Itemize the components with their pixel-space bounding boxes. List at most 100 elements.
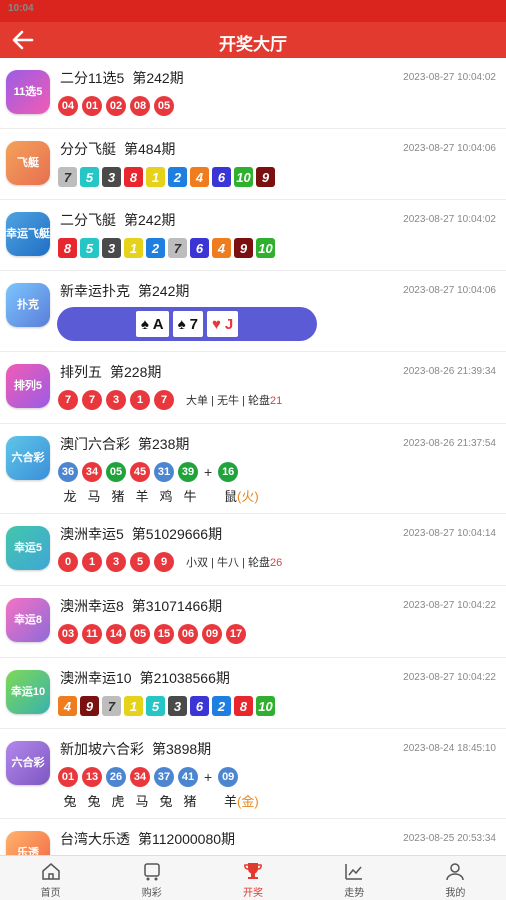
lottery-row[interactable]: 幸运5 澳洲幸运5 第51029666期 2023-08-27 10:04:14 0 1 3… xyxy=(0,514,506,586)
lottery-logo-icon: 六合彩 xyxy=(6,436,50,480)
result-ball: 26 xyxy=(106,767,126,787)
zodiac-row: 兔兔虎马兔猪羊(金) xyxy=(58,791,259,810)
lottery-issue: 第31071466期 xyxy=(131,598,223,614)
tab-cart[interactable]: 购彩 xyxy=(101,856,202,900)
lottery-row[interactable]: 飞艇 分分飞艇 第484期 2023-08-27 10:04:06 7 5 3 8 1 2 4 6 10… xyxy=(0,129,506,200)
lottery-name: 新幸运扑克 第242期 xyxy=(60,281,189,301)
result-ball: 5 xyxy=(130,552,150,572)
lottery-issue: 第242期 xyxy=(138,283,190,299)
result-ball: 01 xyxy=(58,767,78,787)
result-square: 7 xyxy=(168,238,187,258)
tab-trophy[interactable]: 开奖 xyxy=(202,856,303,900)
lottery-name: 二分飞艇 第242期 xyxy=(60,210,175,230)
lottery-title: 澳洲幸运10 xyxy=(60,670,132,686)
draw-time: 2023-08-27 10:04:22 xyxy=(403,600,496,611)
lottery-name: 台湾大乐透 第112000080期 xyxy=(60,829,235,849)
zodiac-label: 羊 xyxy=(135,489,149,504)
result-square: 7 xyxy=(58,167,77,187)
result-square: 9 xyxy=(256,167,275,187)
tab-user[interactable]: 我的 xyxy=(405,856,506,900)
result-ball: 1 xyxy=(130,390,150,410)
lottery-row[interactable]: 幸运10 澳洲幸运10 第21038566期 2023-08-27 10:04:22 4… xyxy=(0,658,506,729)
zodiac-label: 猪 xyxy=(183,794,197,809)
lottery-title: 排列五 xyxy=(60,364,102,380)
summary-text: 小双 | 牛八 | 轮盘 xyxy=(186,557,270,569)
lottery-row[interactable]: 乐透 台湾大乐透 第112000080期 2023-08-25 20:53:34 xyxy=(0,819,506,855)
draw-time: 2023-08-27 10:04:22 xyxy=(403,672,496,683)
result-square: 2 xyxy=(146,238,165,258)
lottery-issue: 第112000080期 xyxy=(138,831,236,847)
lottery-logo-icon: 六合彩 xyxy=(6,741,50,785)
result-square: 2 xyxy=(168,167,187,187)
result-ball: 36 xyxy=(58,462,78,482)
result-square: 9 xyxy=(80,696,99,716)
lottery-row[interactable]: 幸运飞艇 二分飞艇 第242期 2023-08-27 10:04:02 8 5 3 1 2 7 6 4… xyxy=(0,200,506,271)
result-balls: 01 13 26 34 37 41 +09 xyxy=(58,767,242,787)
status-time: 10:04 xyxy=(8,3,34,14)
lottery-title: 澳门六合彩 xyxy=(60,436,130,452)
result-ball: 3 xyxy=(106,390,126,410)
lottery-row[interactable]: 六合彩 澳门六合彩 第238期 2023-08-26 21:37:54 龙马猪羊鸡牛 鼠(… xyxy=(0,424,506,514)
result-ball: 34 xyxy=(82,462,102,482)
lottery-name: 澳洲幸运5 第51029666期 xyxy=(60,524,222,544)
result-ball: 7 xyxy=(154,390,174,410)
lottery-title: 二分飞艇 xyxy=(60,212,116,228)
result-square: 8 xyxy=(58,238,77,258)
lottery-logo-icon: 11选5 xyxy=(6,70,50,114)
result-ball: 45 xyxy=(130,462,150,482)
lottery-row[interactable]: 六合彩 新加坡六合彩 第3898期 2023-08-24 18:45:10 兔兔虎马兔猪… xyxy=(0,729,506,819)
poker-card: ♥ J xyxy=(206,311,239,337)
result-square: 2 xyxy=(212,696,231,716)
draw-time: 2023-08-25 20:53:34 xyxy=(403,833,496,844)
result-balls: 04 01 02 08 05 xyxy=(58,96,178,116)
special-zodiac-name: 羊 xyxy=(224,794,238,809)
lottery-row[interactable]: 排列5 排列五 第228期 2023-08-26 21:39:34 7 7 3 1 7 大单 | … xyxy=(0,352,506,424)
lottery-name: 新加坡六合彩 第3898期 xyxy=(60,739,211,759)
lottery-title: 澳洲幸运5 xyxy=(60,526,124,542)
lottery-row[interactable]: 11选5 二分11选5 第242期 2023-08-27 10:04:02 04 01 02… xyxy=(0,58,506,129)
lottery-issue: 第51029666期 xyxy=(131,526,223,542)
card-suit-icon: ♠ xyxy=(140,315,149,333)
lottery-row[interactable]: 幸运8 澳洲幸运8 第31071466期 2023-08-27 10:04:22 03 1… xyxy=(0,586,506,658)
result-square: 4 xyxy=(190,167,209,187)
zodiac-label: 虎 xyxy=(111,794,125,809)
result-square: 1 xyxy=(146,167,165,187)
lottery-issue: 第242期 xyxy=(124,212,176,228)
draw-time: 2023-08-27 10:04:06 xyxy=(403,285,496,296)
result-square: 3 xyxy=(102,238,121,258)
result-square: 3 xyxy=(102,167,121,187)
lottery-title: 分分飞艇 xyxy=(60,141,116,157)
summary-highlight: 21 xyxy=(269,395,283,407)
special-element: (火) xyxy=(237,489,259,504)
tab-label: 开奖 xyxy=(243,888,263,899)
lottery-title: 澳洲幸运8 xyxy=(60,598,124,614)
special-zodiac: 羊(金) xyxy=(224,791,259,810)
result-square: 3 xyxy=(168,696,187,716)
tab-label: 首页 xyxy=(40,888,61,899)
lottery-issue: 第21038566期 xyxy=(139,670,230,686)
tab-label: 购彩 xyxy=(141,888,162,899)
tab-home[interactable]: 首页 xyxy=(0,856,101,900)
draw-time: 2023-08-27 10:04:02 xyxy=(403,72,496,83)
tab-chart[interactable]: 走势 xyxy=(304,856,405,900)
result-square: 8 xyxy=(124,167,143,187)
page-title: 开奖大厅 xyxy=(219,35,287,54)
result-square: 5 xyxy=(146,696,165,716)
poker-card: ♠ A xyxy=(135,311,169,337)
lottery-issue: 第242期 xyxy=(132,70,184,86)
lottery-row[interactable]: 扑克 新幸运扑克 第242期 2023-08-27 10:04:06 ♠ A ♠ 7 ♥ J xyxy=(0,271,506,352)
card-rank: A xyxy=(152,315,164,333)
result-square: 5 xyxy=(80,167,99,187)
plus-spacer xyxy=(202,486,224,505)
special-zodiac-name: 鼠 xyxy=(224,489,238,504)
draw-time: 2023-08-24 18:45:10 xyxy=(403,743,496,754)
result-ball: 08 xyxy=(130,96,150,116)
result-square: 1 xyxy=(124,696,143,716)
result-ball: 7 xyxy=(58,390,78,410)
result-summary: 大单 | 无牛 | 轮盘21 xyxy=(186,392,282,408)
lottery-title: 二分11选5 xyxy=(60,70,125,86)
lottery-issue: 第228期 xyxy=(110,364,162,380)
special-zodiac: 鼠(火) xyxy=(224,486,259,505)
tab-label: 走势 xyxy=(344,888,365,899)
lottery-issue: 第484期 xyxy=(124,141,176,157)
